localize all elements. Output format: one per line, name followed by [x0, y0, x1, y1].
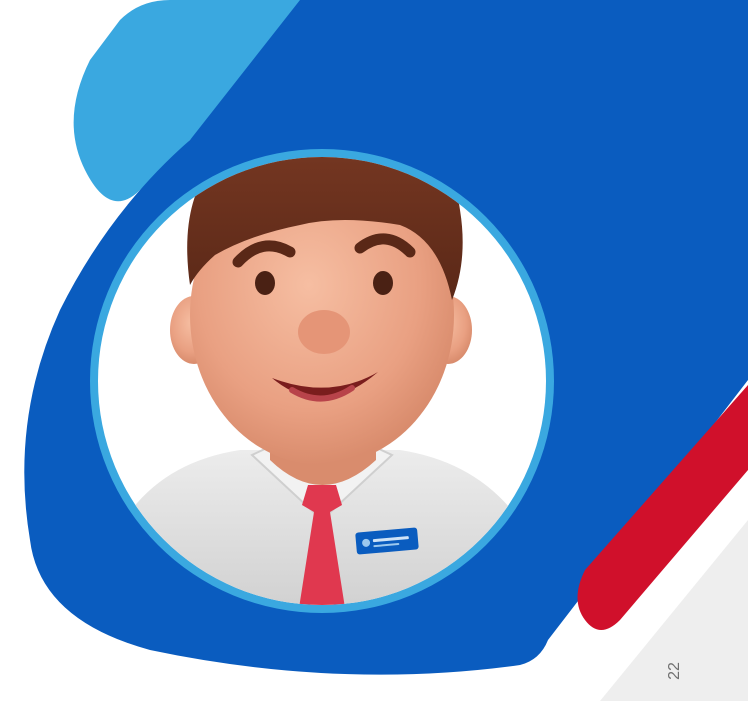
page-number: 22 [666, 662, 683, 680]
cover-illustration: 22 [0, 0, 748, 701]
background-shapes [24, 0, 748, 701]
